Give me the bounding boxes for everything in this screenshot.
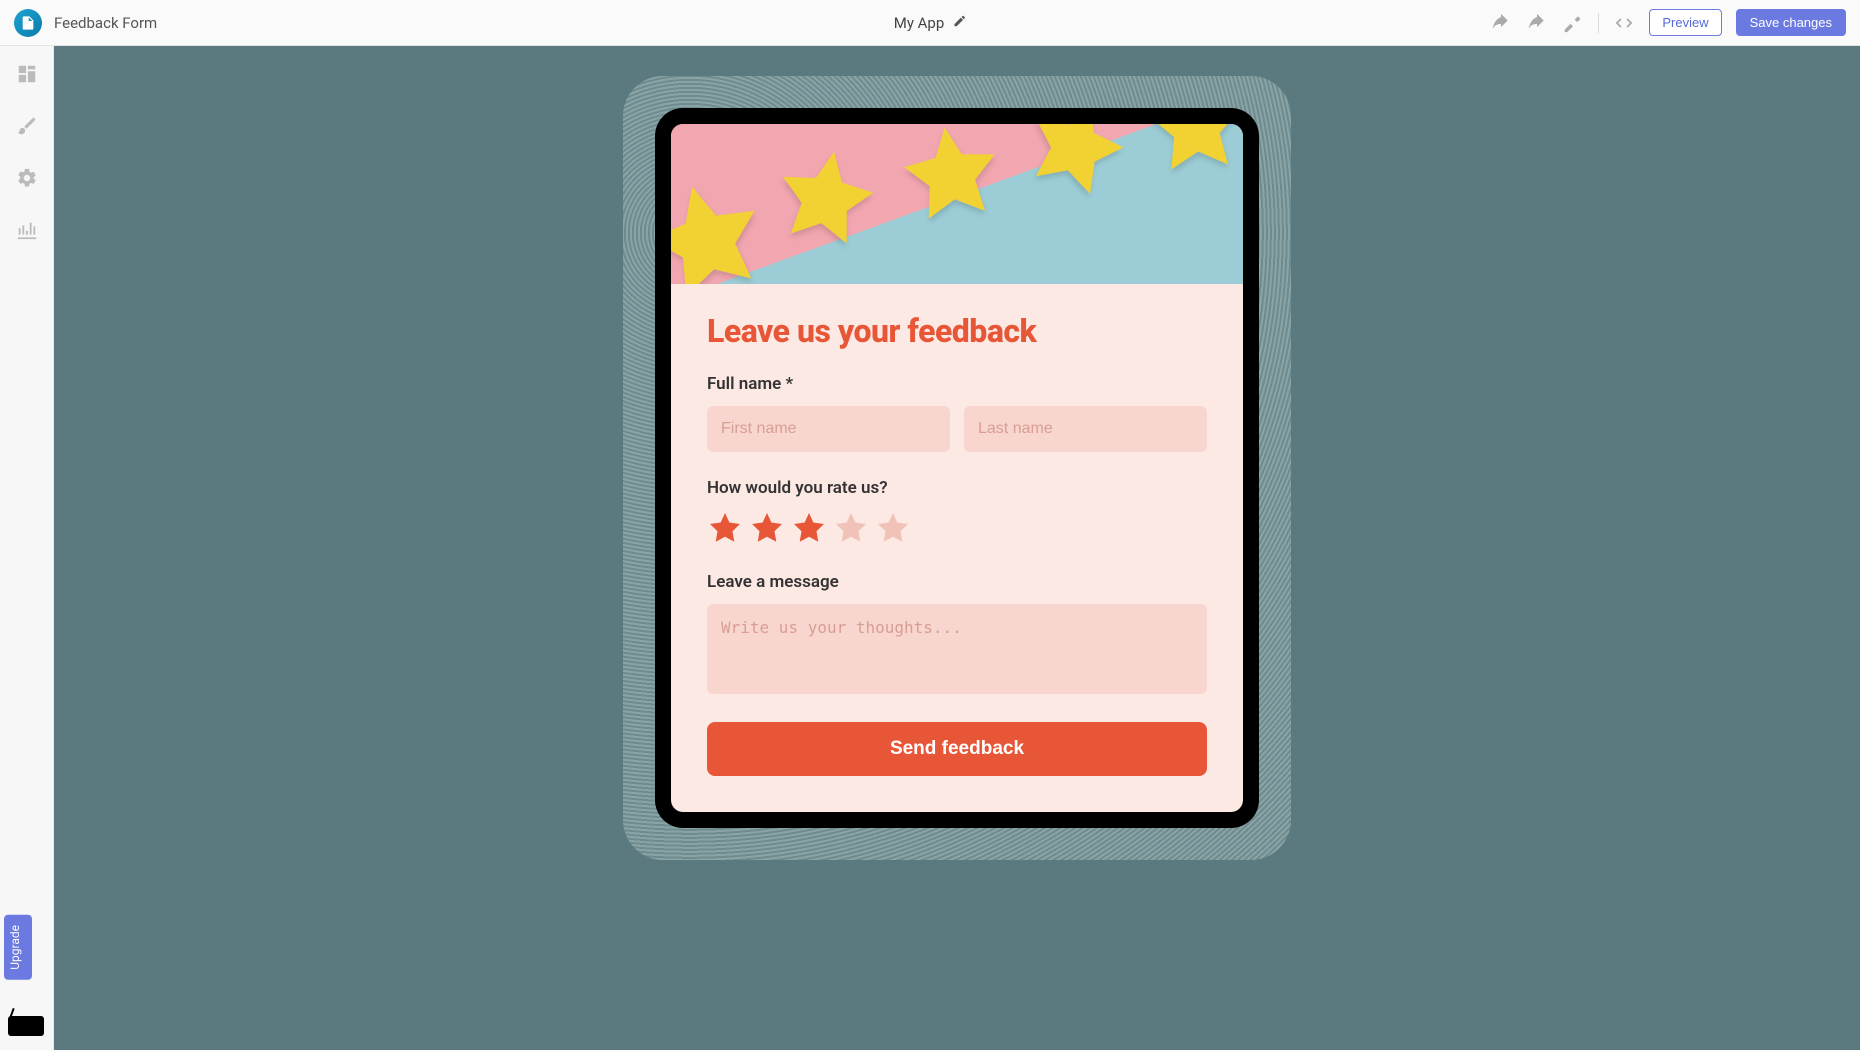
rating-stars: [707, 510, 1207, 546]
pencil-icon[interactable]: [952, 13, 966, 32]
first-name-input[interactable]: [707, 406, 950, 452]
undo-icon[interactable]: [1490, 12, 1512, 34]
mascot-icon: [8, 1016, 44, 1036]
code-icon[interactable]: [1613, 12, 1635, 34]
page-title: Feedback Form: [54, 14, 157, 32]
editor-canvas: Leave us your feedback Full name * How w…: [54, 46, 1860, 1050]
brush-icon[interactable]: [15, 114, 39, 138]
star-5-icon[interactable]: [875, 510, 911, 546]
redo-icon[interactable]: [1526, 12, 1548, 34]
preview-button[interactable]: Preview: [1649, 9, 1721, 36]
star-3-icon[interactable]: [791, 510, 827, 546]
star-1-icon[interactable]: [707, 510, 743, 546]
device-frame: Leave us your feedback Full name * How w…: [623, 76, 1291, 860]
send-feedback-button[interactable]: Send feedback: [707, 722, 1207, 776]
left-sidebar: Upgrade: [0, 46, 54, 1050]
save-changes-button[interactable]: Save changes: [1736, 9, 1846, 36]
app-name: My App: [894, 14, 945, 32]
app-logo[interactable]: [14, 9, 42, 37]
upgrade-button[interactable]: Upgrade: [4, 915, 32, 980]
form-screen: Leave us your feedback Full name * How w…: [671, 124, 1243, 812]
hero-image: [671, 124, 1243, 284]
gear-icon[interactable]: [15, 166, 39, 190]
device-bezel: Leave us your feedback Full name * How w…: [655, 108, 1259, 828]
message-textarea[interactable]: [707, 604, 1207, 694]
form-title: Leave us your feedback: [707, 312, 1207, 350]
message-label: Leave a message: [707, 572, 1207, 592]
last-name-input[interactable]: [964, 406, 1207, 452]
divider: [1598, 13, 1599, 33]
star-4-icon[interactable]: [833, 510, 869, 546]
hammer-icon[interactable]: [1562, 12, 1584, 34]
rate-label: How would you rate us?: [707, 478, 1207, 498]
stats-icon[interactable]: [15, 218, 39, 242]
layout-icon[interactable]: [15, 62, 39, 86]
star-2-icon[interactable]: [749, 510, 785, 546]
fullname-label: Full name *: [707, 374, 1207, 394]
